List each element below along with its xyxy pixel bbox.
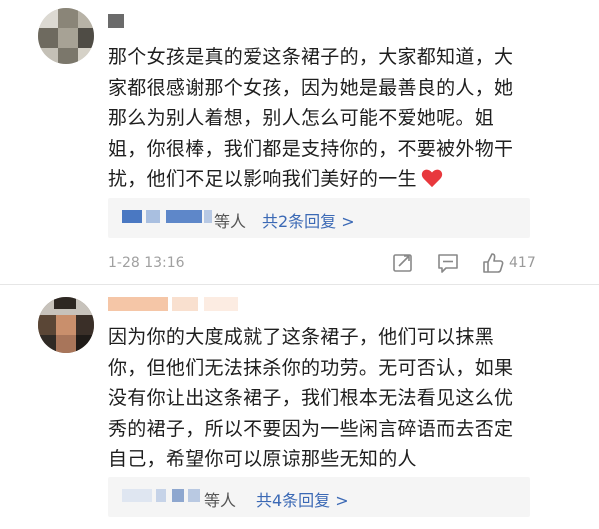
username-blurred[interactable] — [172, 297, 198, 311]
avatar[interactable] — [38, 8, 94, 64]
timestamp: 1-28 13:16 — [108, 255, 185, 271]
reply-preview[interactable]: 等人 共4条回复 > — [108, 477, 530, 517]
reply-suffix: 等人 — [204, 491, 237, 510]
comment-icon[interactable] — [437, 252, 459, 274]
reply-user-blurred — [166, 210, 202, 223]
thumbs-up-icon[interactable] — [482, 252, 504, 274]
reply-user-blurred — [156, 489, 166, 502]
comment-text: 因为你的大度成就了这条裙子，他们可以抹黑 你，但他们无法抹杀你的功劳。无可否认，… — [108, 326, 514, 470]
share-icon[interactable] — [392, 252, 414, 274]
reply-preview[interactable]: 等人 共2条回复 > — [108, 198, 530, 238]
comment-body: 因为你的大度成就了这条裙子，他们可以抹黑 你，但他们无法抹杀你的功劳。无可否认，… — [108, 322, 548, 475]
username-blurred[interactable] — [108, 297, 168, 311]
reply-user-blurred — [122, 489, 152, 502]
comment-meta: 1-28 13:16 417 — [0, 250, 599, 280]
reply-user-blurred — [188, 489, 200, 502]
heart-emoji-icon — [421, 169, 442, 188]
username-blurred[interactable] — [108, 14, 124, 28]
comment-item: 那个女孩是真的爱这条裙子的，大家都知道，大 家都很感谢那个女孩，因为她是最善良的… — [0, 0, 599, 290]
comment-item: 因为你的大度成就了这条裙子，他们可以抹黑 你，但他们无法抹杀你的功劳。无可否认，… — [0, 285, 599, 529]
reply-user-blurred — [204, 210, 212, 223]
avatar[interactable] — [38, 297, 94, 353]
view-replies-link[interactable]: 共2条回复 > — [262, 208, 355, 232]
reply-suffix: 等人 — [214, 212, 247, 231]
username-blurred[interactable] — [204, 297, 238, 311]
comment-text: 那个女孩是真的爱这条裙子的，大家都知道，大 家都很感谢那个女孩，因为她是最善良的… — [108, 46, 514, 190]
reply-user-blurred — [172, 489, 184, 502]
reply-user-blurred — [122, 210, 142, 223]
like-count: 417 — [509, 255, 536, 271]
view-replies-link[interactable]: 共4条回复 > — [256, 487, 349, 511]
comment-body: 那个女孩是真的爱这条裙子的，大家都知道，大 家都很感谢那个女孩，因为她是最善良的… — [108, 42, 548, 195]
reply-user-blurred — [146, 210, 160, 223]
